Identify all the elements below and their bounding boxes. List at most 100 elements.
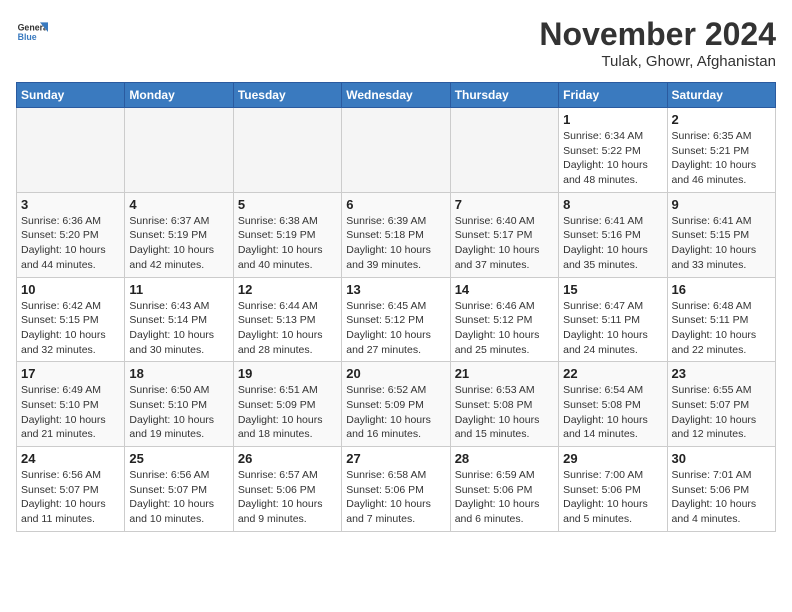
calendar-week-row: 3 Sunrise: 6:36 AMSunset: 5:20 PMDaylight…: [17, 192, 776, 277]
day-number: 25: [129, 451, 228, 466]
calendar-week-row: 17Sunrise: 6:49 AMSunset: 5:10 PMDayligh…: [17, 362, 776, 447]
day-number: 26: [238, 451, 337, 466]
calendar-day-cell: 15 Sunrise: 6:47 AMSunset: 5:11 PMDayligh…: [559, 277, 667, 362]
calendar-day-cell: 30 Sunrise: 7:01 AMSunset: 5:06 PMDayligh…: [667, 447, 775, 532]
calendar-day-cell: 11 Sunrise: 6:43 AMSunset: 5:14 PMDayligh…: [125, 277, 233, 362]
day-number: 17: [21, 366, 120, 381]
day-info: Sunrise: 6:40 AMSunset: 5:17 PMDaylight:…: [455, 214, 554, 273]
day-number: 10: [21, 282, 120, 297]
day-number: 9: [672, 197, 771, 212]
day-info: Sunrise: 6:53 AMSunset: 5:08 PMDaylight:…: [455, 383, 554, 442]
calendar-table: SundayMondayTuesdayWednesdayThursdayFrid…: [16, 82, 776, 532]
calendar-day-cell: 16 Sunrise: 6:48 AMSunset: 5:11 PMDayligh…: [667, 277, 775, 362]
day-info: Sunrise: 6:36 AMSunset: 5:20 PMDaylight:…: [21, 214, 120, 273]
day-info: Sunrise: 6:41 AMSunset: 5:16 PMDaylight:…: [563, 214, 662, 273]
calendar-day-cell: 27 Sunrise: 6:58 AMSunset: 5:06 PMDayligh…: [342, 447, 450, 532]
calendar-day-cell: 8 Sunrise: 6:41 AMSunset: 5:16 PMDaylight…: [559, 192, 667, 277]
day-info: Sunrise: 6:37 AMSunset: 5:19 PMDaylight:…: [129, 214, 228, 273]
calendar-day-cell: 13Sunrise: 6:45 AMSunset: 5:12 PMDayligh…: [342, 277, 450, 362]
day-info: Sunrise: 6:47 AMSunset: 5:11 PMDaylight:…: [563, 299, 662, 358]
calendar-day-cell: 28 Sunrise: 6:59 AMSunset: 5:06 PMDayligh…: [450, 447, 558, 532]
calendar-day-cell: 22Sunrise: 6:54 AMSunset: 5:08 PMDayligh…: [559, 362, 667, 447]
calendar-day-cell: 9Sunrise: 6:41 AMSunset: 5:15 PMDaylight…: [667, 192, 775, 277]
day-number: 18: [129, 366, 228, 381]
day-info: Sunrise: 6:39 AMSunset: 5:18 PMDaylight:…: [346, 214, 445, 273]
day-info: Sunrise: 6:44 AMSunset: 5:13 PMDaylight:…: [238, 299, 337, 358]
weekday-header-row: SundayMondayTuesdayWednesdayThursdayFrid…: [17, 83, 776, 108]
day-info: Sunrise: 6:48 AMSunset: 5:11 PMDaylight:…: [672, 299, 771, 358]
calendar-day-cell: [342, 108, 450, 193]
weekday-header: Monday: [125, 83, 233, 108]
calendar-day-cell: 4 Sunrise: 6:37 AMSunset: 5:19 PMDaylight…: [125, 192, 233, 277]
calendar-week-row: 1 Sunrise: 6:34 AMSunset: 5:22 PMDaylight…: [17, 108, 776, 193]
calendar-day-cell: 21 Sunrise: 6:53 AMSunset: 5:08 PMDayligh…: [450, 362, 558, 447]
calendar-day-cell: 26 Sunrise: 6:57 AMSunset: 5:06 PMDayligh…: [233, 447, 341, 532]
logo-icon: General Blue: [16, 16, 48, 48]
day-info: Sunrise: 6:42 AMSunset: 5:15 PMDaylight:…: [21, 299, 120, 358]
calendar-day-cell: 24Sunrise: 6:56 AMSunset: 5:07 PMDayligh…: [17, 447, 125, 532]
calendar-week-row: 10 Sunrise: 6:42 AMSunset: 5:15 PMDayligh…: [17, 277, 776, 362]
day-info: Sunrise: 6:34 AMSunset: 5:22 PMDaylight:…: [563, 129, 662, 188]
calendar-day-cell: 3 Sunrise: 6:36 AMSunset: 5:20 PMDaylight…: [17, 192, 125, 277]
day-number: 24: [21, 451, 120, 466]
calendar-day-cell: 2Sunrise: 6:35 AMSunset: 5:21 PMDaylight…: [667, 108, 775, 193]
calendar-week-row: 24 Sunrise: 6:56 AMSunset: 5:07 PMDayligh…: [17, 447, 776, 532]
weekday-header: Tuesday: [233, 83, 341, 108]
day-info: Sunrise: 6:43 AMSunset: 5:14 PMDaylight:…: [129, 299, 228, 358]
calendar-day-cell: [125, 108, 233, 193]
calendar-day-cell: 10 Sunrise: 6:42 AMSunset: 5:15 PMDayligh…: [17, 277, 125, 362]
location-title: Tulak, Ghowr, Afghanistan: [539, 53, 776, 70]
day-number: 30: [672, 451, 771, 466]
calendar-day-cell: 20Sunrise: 6:52 AMSunset: 5:09 PMDayligh…: [342, 362, 450, 447]
weekday-header: Friday: [559, 83, 667, 108]
day-number: 21: [455, 366, 554, 381]
calendar-day-cell: 1 Sunrise: 6:34 AMSunset: 5:22 PMDaylight…: [559, 108, 667, 193]
day-info: Sunrise: 6:45 AMSunset: 5:12 PMDaylight:…: [346, 299, 445, 358]
day-info: Sunrise: 6:38 AMSunset: 5:19 PMDaylight:…: [238, 214, 337, 273]
day-number: 12: [238, 282, 337, 297]
day-info: Sunrise: 6:50 AMSunset: 5:10 PMDaylight:…: [129, 383, 228, 442]
weekday-header: Sunday: [17, 83, 125, 108]
day-number: 4: [129, 197, 228, 212]
day-number: 19: [238, 366, 337, 381]
calendar-day-cell: 5 Sunrise: 6:38 AMSunset: 5:19 PMDaylight…: [233, 192, 341, 277]
calendar-day-cell: [450, 108, 558, 193]
calendar-day-cell: [233, 108, 341, 193]
day-info: Sunrise: 6:51 AMSunset: 5:09 PMDaylight:…: [238, 383, 337, 442]
day-info: Sunrise: 6:52 AMSunset: 5:09 PMDaylight:…: [346, 383, 445, 442]
day-number: 2: [672, 112, 771, 127]
calendar-day-cell: [17, 108, 125, 193]
day-number: 23: [672, 366, 771, 381]
calendar-day-cell: 17Sunrise: 6:49 AMSunset: 5:10 PMDayligh…: [17, 362, 125, 447]
day-number: 28: [455, 451, 554, 466]
title-block: November 2024 Tulak, Ghowr, Afghanistan: [539, 16, 776, 70]
day-info: Sunrise: 6:56 AMSunset: 5:07 PMDaylight:…: [129, 468, 228, 527]
day-number: 8: [563, 197, 662, 212]
day-info: Sunrise: 6:55 AMSunset: 5:07 PMDaylight:…: [672, 383, 771, 442]
svg-text:Blue: Blue: [18, 32, 37, 42]
day-number: 15: [563, 282, 662, 297]
day-info: Sunrise: 7:01 AMSunset: 5:06 PMDaylight:…: [672, 468, 771, 527]
day-number: 6: [346, 197, 445, 212]
day-number: 11: [129, 282, 228, 297]
day-number: 3: [21, 197, 120, 212]
day-info: Sunrise: 6:54 AMSunset: 5:08 PMDaylight:…: [563, 383, 662, 442]
day-number: 5: [238, 197, 337, 212]
calendar-day-cell: 23 Sunrise: 6:55 AMSunset: 5:07 PMDayligh…: [667, 362, 775, 447]
weekday-header: Thursday: [450, 83, 558, 108]
day-info: Sunrise: 6:57 AMSunset: 5:06 PMDaylight:…: [238, 468, 337, 527]
calendar-day-cell: 14Sunrise: 6:46 AMSunset: 5:12 PMDayligh…: [450, 277, 558, 362]
day-info: Sunrise: 7:00 AMSunset: 5:06 PMDaylight:…: [563, 468, 662, 527]
day-info: Sunrise: 6:58 AMSunset: 5:06 PMDaylight:…: [346, 468, 445, 527]
calendar-day-cell: 7 Sunrise: 6:40 AMSunset: 5:17 PMDaylight…: [450, 192, 558, 277]
calendar-day-cell: 29 Sunrise: 7:00 AMSunset: 5:06 PMDayligh…: [559, 447, 667, 532]
day-number: 1: [563, 112, 662, 127]
day-number: 7: [455, 197, 554, 212]
day-number: 29: [563, 451, 662, 466]
calendar-day-cell: 19 Sunrise: 6:51 AMSunset: 5:09 PMDayligh…: [233, 362, 341, 447]
day-number: 16: [672, 282, 771, 297]
weekday-header: Saturday: [667, 83, 775, 108]
day-info: Sunrise: 6:59 AMSunset: 5:06 PMDaylight:…: [455, 468, 554, 527]
calendar-day-cell: 12 Sunrise: 6:44 AMSunset: 5:13 PMDayligh…: [233, 277, 341, 362]
day-number: 27: [346, 451, 445, 466]
